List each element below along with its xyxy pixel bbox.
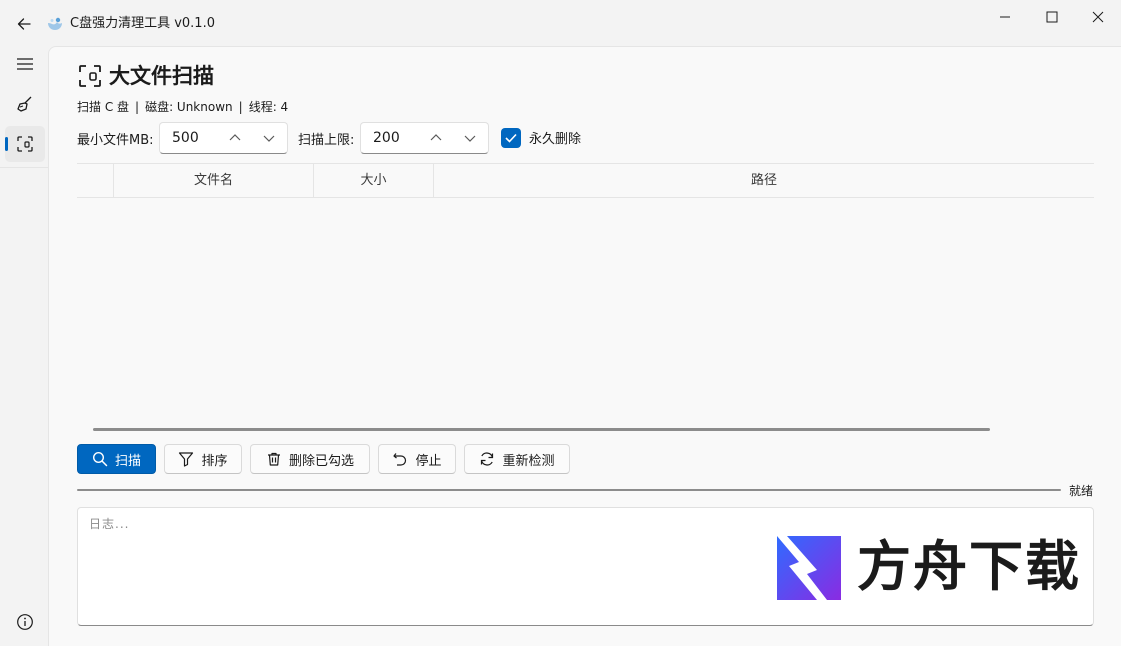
nav-active-indicator (5, 137, 8, 151)
scan-button[interactable]: 扫描 (77, 444, 156, 474)
title-bar: C盘强力清理工具 v0.1.0 (0, 0, 1121, 46)
chevron-up-icon (229, 134, 241, 141)
close-icon (1092, 11, 1104, 22)
watermark-text: 方舟下载 (857, 535, 1081, 598)
permanent-delete-label[interactable]: 永久删除 (529, 131, 581, 149)
select-column-header[interactable] (77, 164, 113, 197)
checkmark-icon (505, 133, 517, 143)
column-header-path[interactable]: 路径 (433, 164, 1094, 197)
scan-limit-input[interactable]: 200 (360, 122, 489, 154)
scan-button-label: 扫描 (114, 453, 141, 469)
horizontal-scrollbar[interactable] (93, 428, 990, 431)
close-button[interactable] (1075, 0, 1121, 33)
scan-limit-value: 200 (373, 130, 400, 146)
filter-icon (178, 451, 194, 467)
min-size-label: 最小文件MB: (77, 133, 154, 148)
recheck-button[interactable]: 重新检测 (464, 444, 570, 474)
page-title: 大文件扫描 (109, 64, 214, 88)
arrow-left-icon (17, 18, 31, 30)
separator: | (135, 100, 140, 114)
undo-icon (392, 451, 408, 467)
delete-checked-button-label: 删除已勾选 (288, 453, 354, 469)
nav-menu-toggle[interactable] (5, 46, 45, 82)
content-area: 大文件扫描 扫描 C 盘 | 磁盘: Unknown | 线程: 4 最小文件MB: 5… (48, 46, 1121, 646)
nav-item-clean[interactable] (5, 86, 45, 122)
separator: | (238, 100, 243, 114)
chevron-down-icon (263, 135, 275, 142)
min-size-input[interactable]: 500 (159, 122, 288, 154)
delete-checked-button[interactable]: 删除已勾选 (250, 444, 370, 474)
stop-button-label: 停止 (415, 453, 442, 469)
back-button[interactable] (12, 12, 36, 36)
thread-info: 线程: 4 (248, 100, 289, 114)
info-icon (17, 614, 33, 630)
sort-button[interactable]: 排序 (164, 444, 242, 474)
app-logo-icon (48, 17, 62, 30)
minimize-button[interactable] (982, 0, 1028, 33)
scan-frame-icon (79, 65, 101, 87)
sort-button-label: 排序 (201, 453, 228, 469)
min-size-decrement[interactable] (261, 131, 277, 145)
maximize-icon (1046, 11, 1058, 22)
watermark-logo-icon (777, 536, 841, 600)
column-header-size[interactable]: 大小 (313, 164, 433, 197)
scan-limit-increment[interactable] (428, 131, 444, 145)
minimize-icon (1000, 16, 1010, 17)
scan-target: 扫描 C 盘 (77, 100, 130, 114)
disk-info: 磁盘: Unknown (145, 100, 233, 114)
min-size-increment[interactable] (227, 131, 243, 145)
refresh-icon (479, 451, 495, 467)
progress-bar (77, 489, 1061, 491)
window-title: C盘强力清理工具 v0.1.0 (70, 16, 215, 31)
column-header-name[interactable]: 文件名 (113, 164, 313, 197)
permanent-delete-checkbox[interactable] (501, 128, 521, 148)
stop-button[interactable]: 停止 (378, 444, 456, 474)
maximize-button[interactable] (1029, 0, 1075, 33)
hamburger-icon (17, 58, 33, 70)
nav-item-about[interactable] (5, 604, 45, 640)
scan-frame-icon (17, 136, 33, 152)
navigation-rail (0, 46, 48, 646)
status-text: 就绪 (1069, 484, 1094, 498)
nav-item-large-files[interactable] (5, 126, 45, 162)
chevron-up-icon (430, 134, 442, 141)
search-icon (92, 451, 108, 467)
trash-icon (266, 451, 282, 467)
recheck-button-label: 重新检测 (502, 453, 555, 469)
file-table: 文件名 大小 路径 (77, 163, 1094, 437)
broom-icon (17, 96, 32, 112)
chevron-down-icon (464, 135, 476, 142)
scan-limit-label: 扫描上限: (298, 133, 355, 148)
table-header: 文件名 大小 路径 (77, 163, 1094, 198)
min-size-value: 500 (172, 130, 199, 146)
nav-divider (0, 167, 48, 168)
scan-info: 扫描 C 盘 | 磁盘: Unknown | 线程: 4 (77, 99, 288, 115)
log-placeholder: 日志... (89, 517, 130, 531)
scan-limit-decrement[interactable] (462, 131, 478, 145)
